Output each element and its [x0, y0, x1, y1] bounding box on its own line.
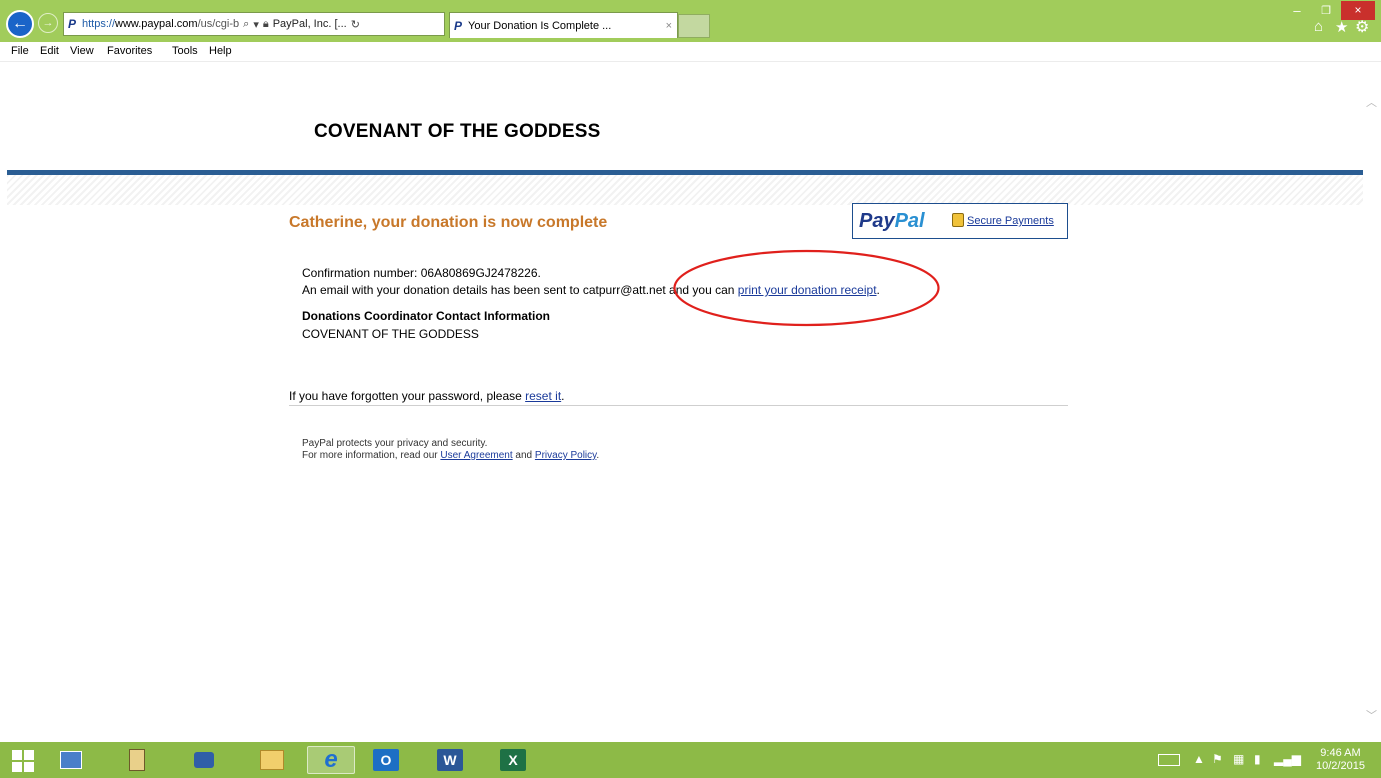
striped-band [7, 175, 1363, 205]
favorites-star-icon[interactable]: ★ [1335, 18, 1348, 36]
donation-headline: Catherine, your donation is now complete [289, 214, 608, 231]
secure-payments-link[interactable]: Secure Payments [967, 215, 1054, 227]
back-arrow-icon: ← [12, 15, 28, 32]
display-icon[interactable]: ▦ [1233, 752, 1244, 766]
show-hidden-icons-icon[interactable]: ▲ [1193, 752, 1205, 766]
address-url[interactable]: https://www.paypal.com/us/cgi-b [82, 18, 239, 30]
red-annotation-circle [673, 249, 940, 327]
site-title: COVENANT OF THE GODDESS [314, 121, 601, 142]
coordinator-heading: Donations Coordinator Contact Informatio… [302, 309, 550, 323]
clock-time: 9:46 AM [1320, 747, 1361, 759]
control-panel-icon[interactable] [55, 746, 87, 774]
scroll-up-icon[interactable]: ︿ [1366, 94, 1377, 110]
file-explorer-icon[interactable] [121, 746, 153, 774]
excel-icon[interactable]: X [500, 749, 526, 771]
windows-start-icon[interactable] [12, 750, 34, 772]
gear-icon[interactable]: ⚙ [1355, 17, 1369, 37]
browser-title-bar: ← → P https://www.paypal.com/us/cgi-b ⌕ … [0, 0, 1381, 42]
clock-date: 10/2/2015 [1316, 760, 1365, 772]
signal-icon[interactable]: ▂▄▆ [1274, 752, 1301, 766]
vertical-scrollbar[interactable]: ︿ ﹀ [1363, 62, 1381, 742]
network-icon[interactable] [188, 746, 220, 774]
menu-tools[interactable]: Tools [172, 45, 198, 57]
paypal-favicon-icon: P [454, 18, 463, 33]
internet-explorer-icon[interactable]: e [307, 746, 355, 774]
touch-keyboard-icon[interactable] [1158, 754, 1180, 766]
menu-favorites[interactable]: Favorites [107, 45, 152, 57]
confirmation-number: Confirmation number: 06A80869GJ2478226. [302, 266, 541, 280]
tab-title: Your Donation Is Complete ... [468, 19, 612, 32]
privacy-statement: PayPal protects your privacy and securit… [302, 438, 488, 449]
tab-close-icon[interactable]: × [666, 20, 672, 32]
page-content: COVENANT OF THE GODDESS Catherine, your … [7, 62, 1363, 742]
reset-password-link[interactable]: reset it [525, 389, 561, 403]
lock-icon [952, 213, 964, 227]
library-icon[interactable] [256, 746, 288, 774]
coordinator-name: COVENANT OF THE GODDESS [302, 327, 479, 341]
paypal-secure-box: PayPal Secure Payments [852, 203, 1068, 239]
back-button[interactable]: ← [6, 10, 34, 38]
lock-icon[interactable]: 🔒︎ [263, 18, 269, 31]
outlook-icon[interactable]: O [373, 749, 399, 771]
new-tab-button[interactable] [678, 14, 710, 38]
windows-taskbar: e O W X ▲ ⚑ ▦ ▮ ▂▄▆ 9:46 AM 10/2/2015 [0, 742, 1381, 778]
privacy-policy-link[interactable]: Privacy Policy [535, 450, 597, 461]
home-icon[interactable]: ⌂ [1314, 18, 1323, 35]
word-icon[interactable]: W [437, 749, 463, 771]
content-divider [289, 405, 1068, 406]
menu-view[interactable]: View [70, 45, 94, 57]
forward-button[interactable]: → [38, 13, 58, 33]
forgot-password-line: If you have forgotten your password, ple… [289, 389, 565, 403]
menu-help[interactable]: Help [209, 45, 232, 57]
paypal-favicon-icon: P [68, 17, 77, 31]
action-center-flag-icon[interactable]: ⚑ [1212, 752, 1223, 766]
system-clock[interactable]: 9:46 AM 10/2/2015 [1316, 747, 1365, 773]
forward-arrow-icon: → [42, 17, 54, 29]
tab-donation-complete[interactable]: P Your Donation Is Complete ... × [449, 12, 678, 38]
privacy-links-line: For more information, read our User Agre… [302, 450, 600, 461]
user-agreement-link[interactable]: User Agreement [440, 450, 512, 461]
certificate-label[interactable]: PayPal, Inc. [... [273, 18, 347, 30]
address-bar[interactable]: P https://www.paypal.com/us/cgi-b ⌕ ▾ 🔒︎… [63, 12, 445, 36]
paypal-logo: PayPal [859, 210, 925, 232]
menu-edit[interactable]: Edit [40, 45, 59, 57]
refresh-icon[interactable]: ↻ [351, 18, 360, 31]
search-icon[interactable]: ⌕ [243, 18, 249, 31]
scroll-down-icon[interactable]: ﹀ [1366, 707, 1377, 723]
power-icon[interactable]: ▮ [1254, 752, 1261, 766]
menu-file[interactable]: File [11, 45, 29, 57]
menu-bar: File Edit View Favorites Tools Help [0, 42, 1381, 62]
dropdown-arrow-icon[interactable]: ▾ [253, 18, 259, 31]
minimize-button[interactable]: – [1282, 2, 1312, 20]
